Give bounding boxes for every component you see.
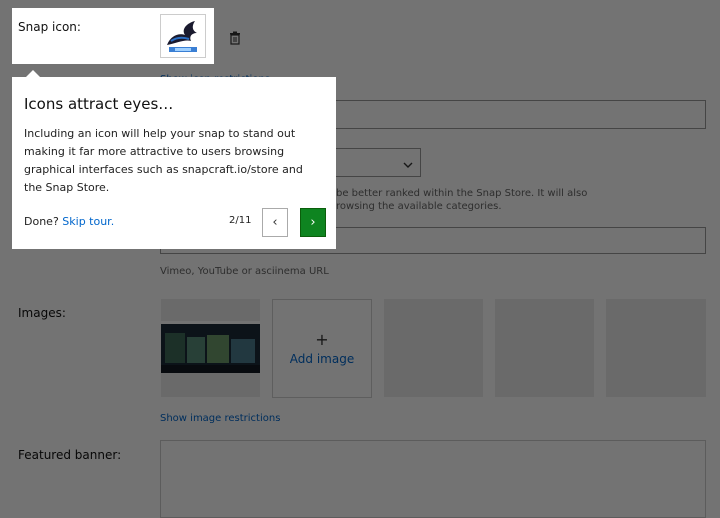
tour-popover: Icons attract eyes… Including an icon wi…: [12, 70, 336, 249]
image-placeholder: [606, 299, 706, 397]
show-image-restrictions-link[interactable]: Show image restrictions: [160, 413, 280, 424]
tour-highlight: Snap icon:: [12, 8, 214, 64]
tour-prev-button[interactable]: ‹: [262, 208, 288, 237]
skip-tour-link[interactable]: Skip tour.: [62, 215, 114, 228]
image-placeholder: [384, 299, 483, 397]
chevron-down-icon: [402, 156, 414, 168]
tour-body: Including an icon will help your snap to…: [24, 127, 303, 194]
category-hint-line1: be better ranked within the Snap Store. …: [336, 188, 588, 199]
tour-step-counter: 2/11: [229, 215, 252, 226]
category-hint-line2: rowsing the available categories.: [336, 201, 502, 212]
video-url-hint: Vimeo, YouTube or asciinema URL: [160, 266, 329, 277]
trash-icon[interactable]: [229, 30, 241, 45]
chevron-right-icon: ›: [310, 215, 316, 230]
tour-overlay: [214, 8, 720, 64]
tour-done-prefix: Done?: [24, 215, 59, 228]
add-image-label: Add image: [289, 351, 355, 366]
featured-banner-dropzone[interactable]: [160, 440, 706, 518]
snap-icon-image[interactable]: [160, 14, 206, 58]
tour-overlay: [0, 8, 12, 64]
tour-title: Icons attract eyes…: [24, 95, 174, 113]
tour-next-button[interactable]: ›: [300, 208, 326, 237]
tour-done-text: Done? Skip tour.: [24, 215, 114, 228]
plus-icon: +: [315, 329, 329, 349]
images-label: Images:: [18, 306, 66, 320]
featured-banner-label: Featured banner:: [18, 448, 122, 462]
snap-icon-label: Snap icon:: [18, 20, 81, 34]
image-thumbnail[interactable]: [161, 299, 260, 397]
tour-overlay: [0, 0, 720, 8]
image-placeholder: [495, 299, 594, 397]
chevron-left-icon: ‹: [272, 215, 278, 230]
add-image-button[interactable]: + Add image: [272, 299, 372, 398]
